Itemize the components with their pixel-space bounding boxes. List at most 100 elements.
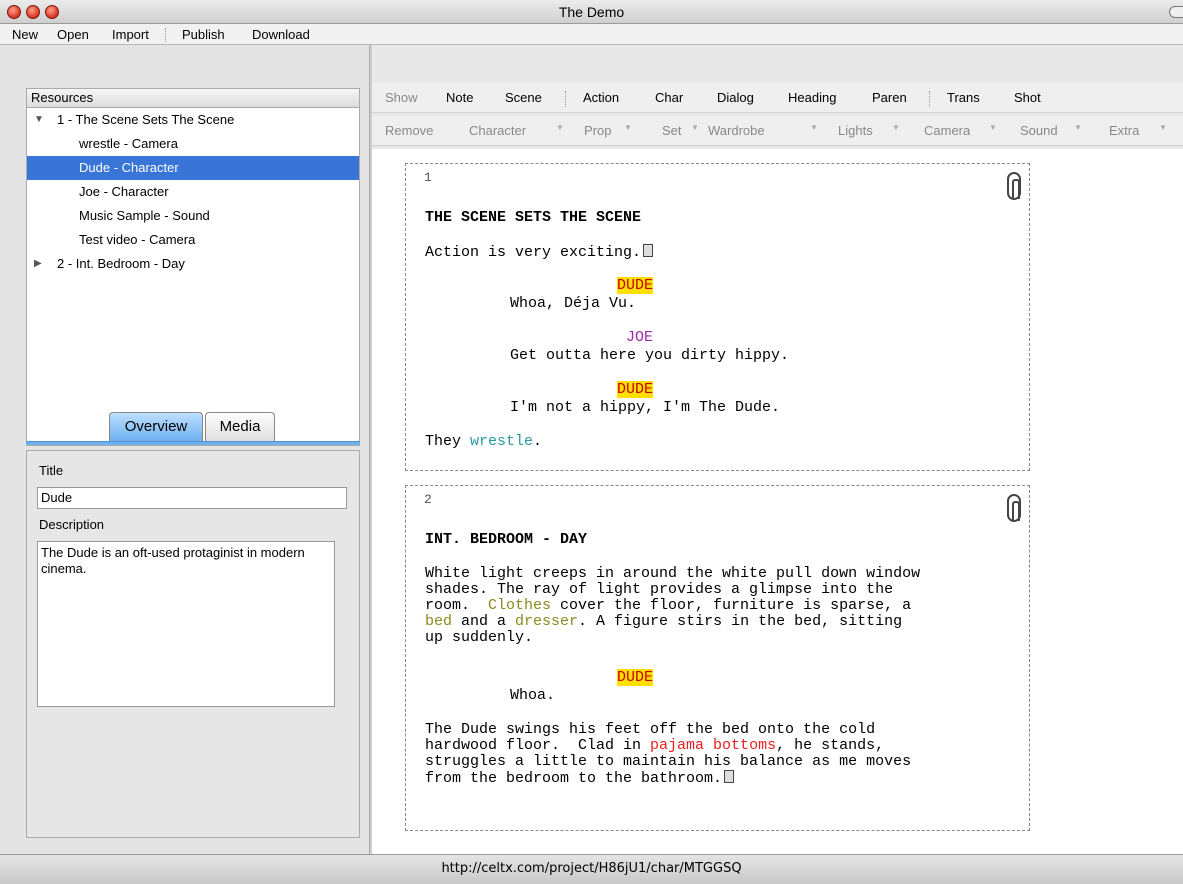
character-cue: DUDE	[617, 669, 654, 686]
tree-item-joe[interactable]: Joe - Character	[27, 180, 359, 204]
tree-item-music-sample[interactable]: Music Sample - Sound	[27, 204, 359, 228]
camera-dropdown[interactable]: Camera	[924, 123, 970, 138]
show-label: Show	[385, 90, 418, 105]
action-button[interactable]: Action	[583, 90, 619, 105]
tree-item-label: wrestle - Camera	[79, 136, 178, 151]
menu-import[interactable]: Import	[112, 27, 149, 42]
action-line: hardwood floor. Clad in pajama bottoms, …	[425, 738, 884, 754]
lights-dropdown[interactable]: Lights	[838, 123, 873, 138]
tagged-set-item[interactable]: bed	[425, 613, 452, 630]
action-line: shades. The ray of light provides a glim…	[425, 581, 894, 598]
chevron-down-icon: ▼	[989, 123, 997, 132]
tree-item-scene-2[interactable]: ▶ 2 - Int. Bedroom - Day	[27, 252, 359, 276]
tab-overview[interactable]: Overview	[109, 412, 203, 441]
scene-heading: THE SCENE SETS THE SCENE	[425, 209, 642, 226]
note-icon[interactable]	[724, 770, 735, 783]
paren-button[interactable]: Paren	[872, 90, 907, 105]
chevron-down-icon: ▼	[691, 123, 699, 132]
character-name: DUDE	[617, 669, 654, 686]
status-bar: http://celtx.com/project/H86jU1/char/MTG…	[0, 854, 1183, 884]
remove-button[interactable]: Remove	[385, 123, 433, 138]
wardrobe-dropdown[interactable]: Wardrobe	[708, 123, 765, 138]
tree-item-dude[interactable]: Dude - Character	[27, 156, 359, 180]
action-line: up suddenly.	[425, 629, 534, 646]
character-cue: DUDE	[617, 381, 654, 398]
page-number: 1	[424, 170, 432, 185]
dialogue-line: Whoa.	[510, 687, 556, 704]
toolbar-toggle-button[interactable]	[1169, 6, 1183, 18]
resources-tree[interactable]: ▼ 1 - The Scene Sets The Scene wrestle -…	[26, 108, 360, 446]
menu-bar: New Open Import Publish Download	[0, 24, 1183, 45]
tab-underline	[26, 441, 360, 445]
script-editor[interactable]: 1 THE SCENE SETS THE SCENE Action is ver…	[372, 149, 1183, 854]
dialog-button[interactable]: Dialog	[717, 90, 754, 105]
chevron-down-icon: ▼	[1074, 123, 1082, 132]
overview-panel: Title Dude Description The Dude is an of…	[26, 450, 360, 838]
action-text: room.	[425, 597, 489, 614]
paperclip-icon[interactable]	[1007, 172, 1021, 200]
tree-item-scene-1[interactable]: ▼ 1 - The Scene Sets The Scene	[27, 108, 359, 132]
resources-header: Resources	[26, 88, 360, 108]
action-line: They wrestle.	[425, 434, 542, 450]
script-page: 1 THE SCENE SETS THE SCENE Action is ver…	[405, 163, 1030, 471]
toolbar-separator	[565, 91, 566, 107]
scene-heading: INT. BEDROOM - DAY	[425, 531, 588, 548]
title-field[interactable]: Dude	[37, 487, 347, 509]
character-name: DUDE	[617, 381, 654, 398]
tree-item-wrestle[interactable]: wrestle - Camera	[27, 132, 359, 156]
tagged-camera-item[interactable]: wrestle	[470, 433, 533, 450]
trans-button[interactable]: Trans	[947, 90, 980, 105]
tagged-wardrobe-item[interactable]: pajama bottoms	[650, 737, 776, 754]
action-line: bed and a dresser. A figure stirs in the…	[425, 614, 902, 630]
heading-button[interactable]: Heading	[788, 90, 836, 105]
status-url: http://celtx.com/project/H86jU1/char/MTG…	[441, 861, 742, 876]
action-text: from the bedroom to the bathroom.	[425, 770, 723, 787]
tree-item-test-video[interactable]: Test video - Camera	[27, 228, 359, 252]
chevron-down-icon: ▼	[810, 123, 818, 132]
tree-item-label: 2 - Int. Bedroom - Day	[57, 256, 185, 271]
shot-button[interactable]: Shot	[1014, 90, 1041, 105]
action-text: cover the floor, furniture is sparse, a	[551, 597, 912, 614]
description-field[interactable]: The Dude is an oft-used protaginist in m…	[37, 541, 335, 707]
character-cue: DUDE	[617, 277, 654, 294]
prop-dropdown[interactable]: Prop	[584, 123, 611, 138]
action-text: They	[425, 433, 471, 450]
window-title: The Demo	[558, 4, 625, 20]
page-number: 2	[424, 492, 432, 507]
note-icon[interactable]	[643, 244, 654, 257]
action-line: room. Clothes cover the floor, furniture…	[425, 598, 911, 614]
extra-dropdown[interactable]: Extra	[1109, 123, 1139, 138]
action-text: , he stands,	[776, 737, 885, 754]
menu-open[interactable]: Open	[57, 27, 89, 42]
action-line: from the bedroom to the bathroom.	[425, 770, 735, 787]
markup-toolbar: Remove Character ▼ Prop ▼ Set ▼ Wardrobe…	[372, 116, 1183, 146]
scene-button[interactable]: Scene	[505, 90, 542, 105]
tree-item-label: Test video - Camera	[79, 232, 196, 247]
tab-media[interactable]: Media	[205, 412, 275, 441]
element-toolbar: Show Note Scene Action Char Dialog Headi…	[372, 83, 1183, 113]
toolbar-separator	[929, 91, 930, 107]
dialogue-line: Get outta here you dirty hippy.	[510, 347, 790, 364]
menu-new[interactable]: New	[12, 27, 38, 42]
tree-item-label: 1 - The Scene Sets The Scene	[57, 112, 235, 127]
expanded-triangle-icon[interactable]: ▼	[34, 108, 44, 132]
set-dropdown[interactable]: Set	[662, 123, 682, 138]
sound-dropdown[interactable]: Sound	[1020, 123, 1058, 138]
note-button[interactable]: Note	[446, 90, 473, 105]
action-line: Action is very exciting.	[425, 244, 654, 261]
menu-publish[interactable]: Publish	[182, 27, 225, 42]
detail-tabs: Overview Media	[26, 410, 360, 450]
dialogue-line: I'm not a hippy, I'm The Dude.	[510, 399, 781, 416]
menu-download[interactable]: Download	[252, 27, 310, 42]
title-bar: The Demo	[0, 0, 1183, 24]
paperclip-icon[interactable]	[1007, 494, 1021, 522]
collapsed-triangle-icon[interactable]: ▶	[34, 252, 42, 276]
action-text: . A figure stirs in the bed, sitting	[578, 613, 903, 630]
character-dropdown[interactable]: Character	[469, 123, 526, 138]
tagged-set-item[interactable]: dresser	[515, 613, 578, 630]
tagged-wardrobe-item[interactable]: Clothes	[488, 597, 551, 614]
character-name: DUDE	[617, 277, 654, 294]
action-line: White light creeps in around the white p…	[425, 565, 921, 582]
chevron-down-icon: ▼	[556, 123, 564, 132]
char-button[interactable]: Char	[655, 90, 683, 105]
